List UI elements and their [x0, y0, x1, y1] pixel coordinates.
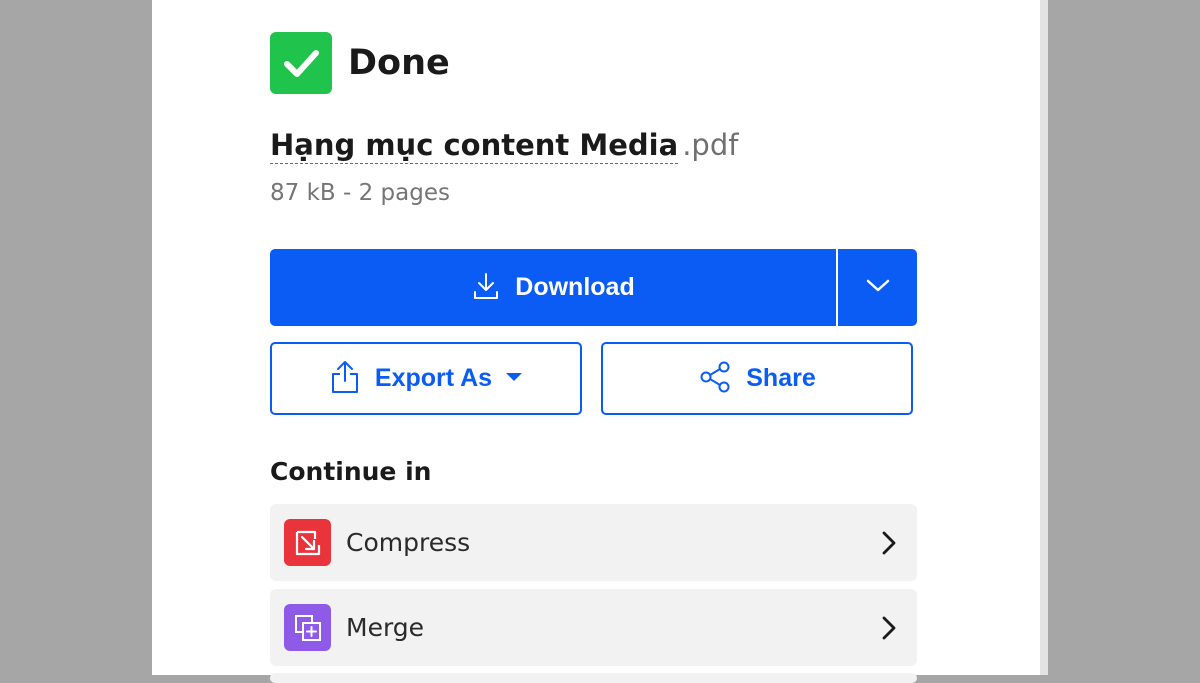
continue-item-compress[interactable]: Compress: [270, 504, 917, 581]
merge-label: Merge: [346, 613, 425, 642]
chevron-right-icon: [881, 530, 897, 556]
chevron-down-icon: [865, 278, 891, 297]
compress-label: Compress: [346, 528, 471, 557]
export-icon: [329, 359, 361, 398]
export-as-label: Export As: [374, 364, 493, 392]
share-button[interactable]: Share: [601, 342, 913, 415]
file-name[interactable]: Hạng mục content Media: [270, 128, 679, 164]
share-label: Share: [746, 364, 816, 392]
chevron-right-icon: [881, 615, 897, 641]
download-group: Download: [270, 249, 917, 326]
done-header: Done: [270, 32, 450, 94]
export-as-button[interactable]: Export As: [270, 342, 582, 415]
continue-in-heading: Continue in: [270, 457, 432, 486]
compress-icon: [284, 519, 331, 566]
result-panel: Done Hạng mục content Media .pdf 87 kB - …: [152, 0, 1040, 683]
download-button[interactable]: Download: [270, 249, 836, 326]
download-options-button[interactable]: [838, 249, 917, 326]
file-extension: .pdf: [682, 128, 739, 162]
download-label: Download: [515, 273, 635, 301]
share-icon: [698, 360, 732, 397]
check-icon: [270, 32, 332, 94]
merge-icon: [284, 604, 331, 651]
file-name-row: Hạng mục content Media .pdf: [270, 128, 739, 164]
continue-item-merge[interactable]: Merge: [270, 589, 917, 666]
done-title: Done: [348, 43, 450, 83]
caret-down-icon: [505, 371, 523, 386]
file-meta: 87 kB - 2 pages: [270, 180, 450, 206]
download-icon: [471, 271, 501, 304]
download-divider: [836, 249, 838, 326]
panel-scroll-edge: [1040, 0, 1048, 675]
